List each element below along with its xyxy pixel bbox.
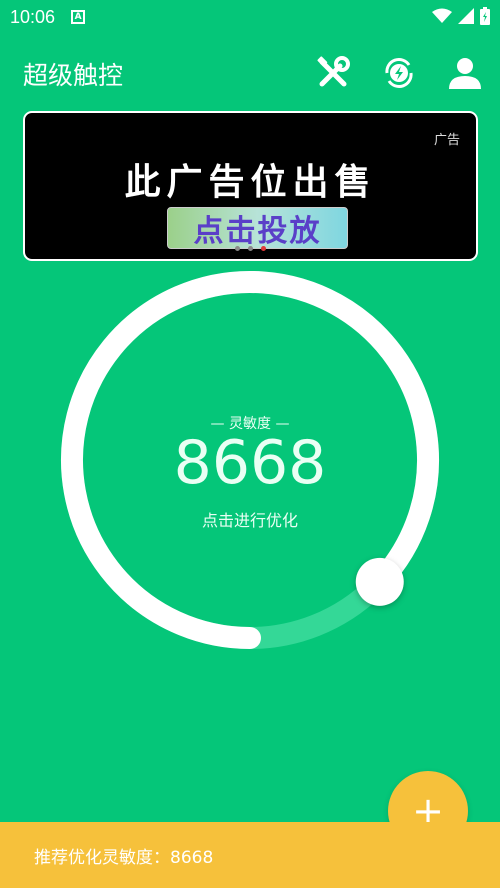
gauge-value[interactable]: 8668 — [0, 428, 500, 498]
optimize-action-text[interactable]: 点击进行优化 — [0, 507, 500, 531]
gauge-knob[interactable] — [355, 557, 404, 606]
recommendation-bar: 推荐优化灵敏度：8668 — [0, 822, 500, 888]
recommendation-text: 推荐优化灵敏度：8668 — [34, 847, 214, 868]
